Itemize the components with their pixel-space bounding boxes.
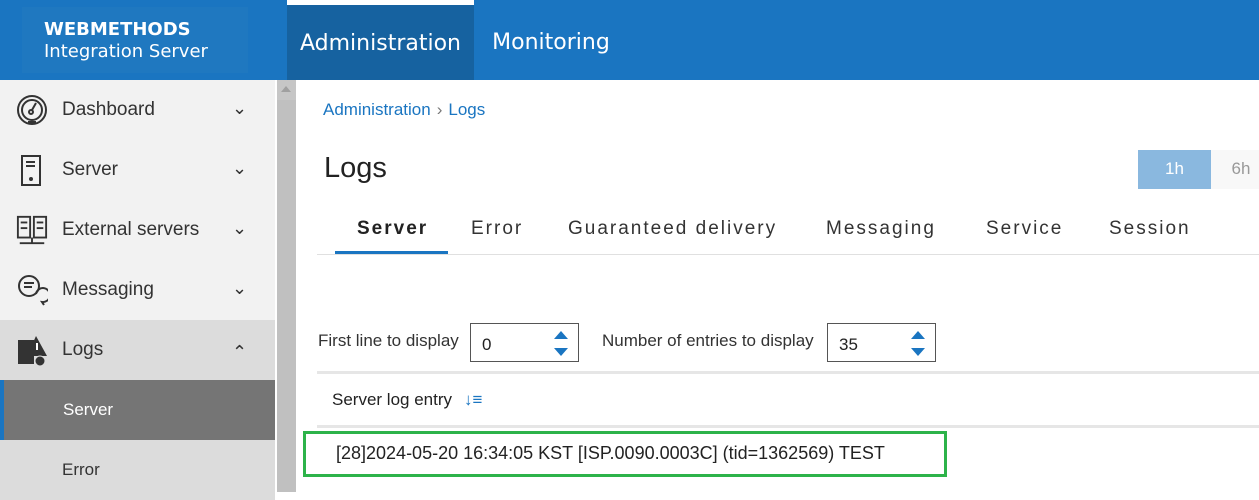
first-line-stepper[interactable]: 0 — [470, 323, 579, 362]
column-header-server-log-entry[interactable]: Server log entry ↓≡ — [332, 390, 482, 410]
table-row[interactable]: [28]2024-05-20 16:34:05 KST [ISP.0090.00… — [303, 431, 947, 477]
gauge-icon — [16, 94, 48, 126]
tab-server[interactable]: Server — [357, 218, 428, 240]
sidebar-item-label: Dashboard — [62, 99, 155, 120]
page-title: Logs — [324, 152, 387, 184]
sidebar-item-label: Server — [62, 159, 118, 180]
sidebar-scrollbar[interactable] — [277, 80, 296, 492]
top-header: WEBMETHODS Integration Server Administra… — [0, 0, 1259, 80]
tab-service[interactable]: Service — [986, 218, 1063, 240]
time-range-6h[interactable]: 6h — [1211, 150, 1259, 189]
sidebar-item-server[interactable]: Server ⌄ — [0, 140, 275, 200]
first-line-value[interactable]: 0 — [482, 335, 491, 354]
sidebar-item-messaging[interactable]: Messaging ⌄ — [0, 260, 275, 320]
entries-stepper[interactable]: 35 — [827, 323, 936, 362]
sidebar-item-label: Messaging — [62, 279, 154, 300]
scroll-up-icon[interactable] — [281, 86, 291, 92]
nav-tab-monitoring[interactable]: Monitoring — [474, 0, 628, 80]
sidebar: Dashboard ⌄ Server ⌄ External servers ⌄ … — [0, 80, 275, 500]
tab-session[interactable]: Session — [1109, 218, 1191, 240]
servers-icon — [16, 214, 48, 246]
chevron-down-icon[interactable]: ⌄ — [232, 158, 247, 179]
decrement-icon[interactable] — [911, 348, 925, 356]
server-icon — [16, 154, 48, 186]
first-line-label: First line to display — [318, 331, 459, 350]
chevron-down-icon[interactable]: ⌄ — [232, 98, 247, 119]
log-tabs: Server Error Guaranteed delivery Messagi… — [317, 210, 1259, 255]
logs-warning-icon — [16, 334, 48, 366]
tab-messaging[interactable]: Messaging — [826, 218, 936, 240]
sidebar-item-external-servers[interactable]: External servers ⌄ — [0, 200, 275, 260]
chevron-up-icon[interactable]: ⌃ — [232, 342, 247, 363]
logo-subtitle: Integration Server — [44, 41, 208, 62]
logo: WEBMETHODS Integration Server — [22, 7, 248, 73]
chat-icon — [16, 274, 48, 306]
tab-error[interactable]: Error — [471, 218, 523, 240]
breadcrumb-administration[interactable]: Administration — [323, 100, 431, 119]
sidebar-item-label: Logs — [62, 339, 104, 360]
sidebar-subitem-error[interactable]: Error — [0, 440, 275, 500]
time-range-1h[interactable]: 1h — [1138, 150, 1211, 189]
sidebar-item-dashboard[interactable]: Dashboard ⌄ — [0, 80, 275, 140]
increment-icon[interactable] — [554, 331, 568, 339]
sidebar-subitem-server[interactable]: Server — [0, 380, 275, 440]
nav-tab-administration[interactable]: Administration — [287, 0, 474, 80]
divider — [317, 371, 1259, 374]
logo-title: WEBMETHODS — [44, 19, 191, 40]
chevron-down-icon[interactable]: ⌄ — [232, 218, 247, 239]
breadcrumb-logs[interactable]: Logs — [448, 100, 485, 119]
increment-icon[interactable] — [911, 331, 925, 339]
chevron-down-icon[interactable]: ⌄ — [232, 278, 247, 299]
breadcrumb: Administration › Logs — [323, 100, 485, 120]
entries-label: Number of entries to display — [602, 331, 814, 350]
active-tab-indicator — [335, 251, 448, 254]
entries-value[interactable]: 35 — [839, 335, 858, 354]
chevron-right-icon: › — [436, 100, 443, 119]
divider — [317, 425, 1259, 428]
sort-descending-icon[interactable]: ↓≡ — [464, 390, 482, 409]
sidebar-item-label: External servers — [62, 219, 200, 240]
decrement-icon[interactable] — [554, 348, 568, 356]
sidebar-item-logs[interactable]: Logs ⌃ — [0, 320, 275, 380]
column-header-label: Server log entry — [332, 390, 452, 409]
tab-guaranteed-delivery[interactable]: Guaranteed delivery — [568, 218, 777, 240]
